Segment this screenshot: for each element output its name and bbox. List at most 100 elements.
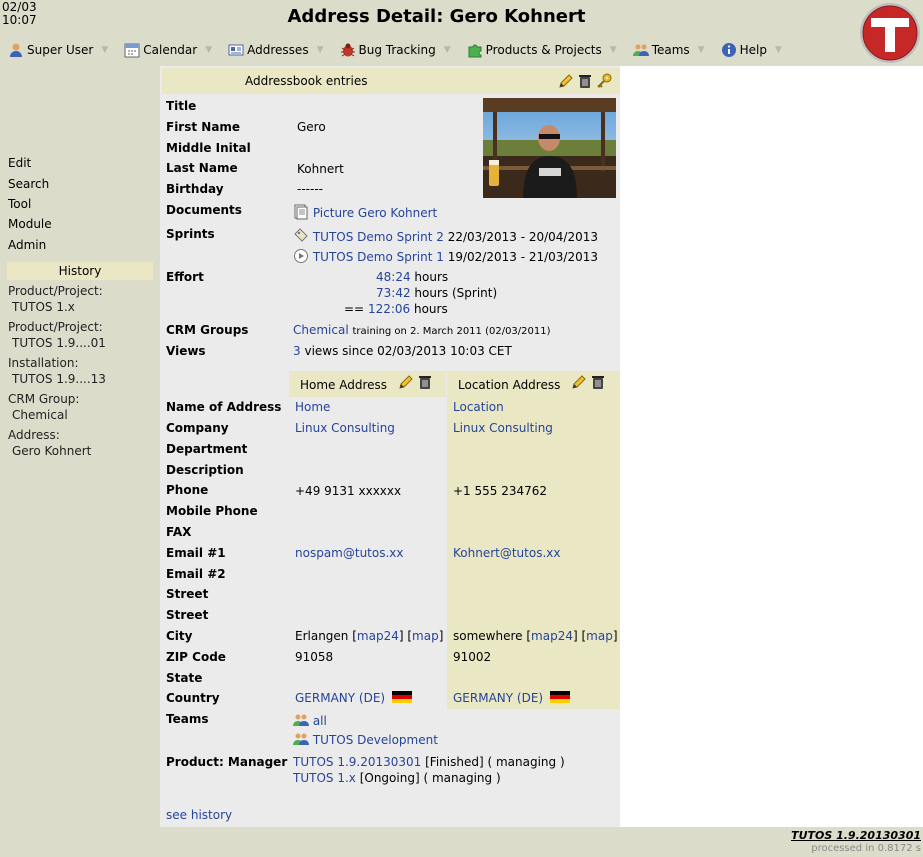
history-link[interactable]: TUTOS 1.9....01 [12, 336, 106, 350]
product-link[interactable]: TUTOS 1.9.20130301 [293, 755, 421, 769]
map-link[interactable]: map [412, 629, 439, 643]
home-zip-value: 91058 [295, 650, 334, 664]
document-link[interactable]: Picture Gero Kohnert [313, 206, 437, 220]
views-label: Views [166, 344, 206, 358]
sidebar-edit[interactable]: Edit [8, 156, 31, 170]
footer-version-link[interactable]: TUTOS 1.9.20130301 [791, 829, 921, 842]
contact-photo[interactable] [483, 98, 616, 198]
effort-row: 48:24 hours [376, 270, 448, 284]
sprint-link[interactable]: TUTOS Demo Sprint 1 [313, 250, 444, 264]
history-label: Product/Project: [8, 320, 103, 334]
crm-groups-label: CRM Groups [166, 323, 249, 337]
crm-groups-value: Chemical training on 2. March 2011 (02/0… [293, 323, 551, 337]
sprint-link[interactable]: TUTOS Demo Sprint 2 [313, 230, 444, 244]
sidebar: Edit Search Tool Module Admin History Pr… [0, 66, 160, 827]
address-row-label: Email #1 [166, 546, 226, 560]
menu-help[interactable]: Help ▼ [717, 38, 782, 62]
home-country-value: GERMANY (DE) [295, 691, 412, 705]
menu-super-user[interactable]: Super User ▼ [4, 38, 108, 62]
location-company-link[interactable]: Linux Consulting [453, 421, 553, 435]
effort-value[interactable]: 73:42 [376, 286, 411, 300]
menu-products-projects[interactable]: Products & Projects ▼ [463, 38, 617, 62]
home-country-link[interactable]: GERMANY (DE) [295, 691, 385, 705]
effort-label: Effort [166, 270, 204, 284]
menu-label: Calendar [143, 43, 198, 57]
history-link[interactable]: Chemical [12, 408, 68, 422]
last-name-label: Last Name [166, 161, 238, 175]
trash-icon[interactable] [590, 374, 606, 390]
info-icon [721, 43, 736, 57]
chevron-down-icon: ▼ [774, 45, 782, 55]
address-row-label: Description [166, 463, 244, 477]
effort-row: 73:42 hours (Sprint) [376, 286, 497, 300]
team-link[interactable]: TUTOS Development [313, 733, 438, 747]
team-icon [632, 44, 649, 56]
location-address-actions [571, 374, 606, 390]
team-link[interactable]: all [313, 714, 327, 728]
chevron-down-icon: ▼ [316, 45, 324, 55]
sidebar-admin[interactable]: Admin [8, 238, 46, 252]
trash-icon[interactable] [417, 374, 433, 390]
sidebar-module[interactable]: Module [8, 217, 52, 231]
chevron-down-icon: ▼ [101, 45, 109, 55]
effort-value[interactable]: 122:06 [368, 302, 410, 316]
address-row-label: Mobile Phone [166, 504, 258, 518]
history-link[interactable]: Gero Kohnert [12, 444, 91, 458]
sprint-row: TUTOS Demo Sprint 2 22/03/2013 - 20/04/2… [293, 228, 598, 244]
effort-suffix: hours [413, 302, 448, 316]
history-link[interactable]: TUTOS 1.9....13 [12, 372, 106, 386]
effort-value[interactable]: 48:24 [376, 270, 411, 284]
sidebar-tool[interactable]: Tool [8, 197, 31, 211]
document-icon [294, 204, 308, 220]
edit-pencil-icon[interactable] [558, 73, 574, 89]
address-row-label: Name of Address [166, 400, 282, 414]
home-address-title: Home Address [300, 378, 388, 392]
map24-link[interactable]: map24 [531, 629, 573, 643]
sidebar-search[interactable]: Search [8, 177, 49, 191]
views-count-link[interactable]: 3 [293, 344, 301, 358]
edit-pencil-icon[interactable] [571, 374, 587, 390]
menu-teams[interactable]: Teams ▼ [629, 38, 705, 62]
crm-group-link[interactable]: Chemical [293, 323, 349, 337]
trash-icon[interactable] [577, 73, 593, 89]
tutos-logo-icon[interactable] [859, 2, 921, 64]
menu-label: Help [739, 43, 767, 57]
home-email-link[interactable]: nospam@tutos.xx [295, 546, 404, 560]
address-row-label: Email #2 [166, 567, 226, 581]
bug-icon [340, 43, 355, 57]
history-link[interactable]: TUTOS 1.x [12, 300, 75, 314]
effort-row: == 122:06 hours [344, 302, 448, 316]
documents-label: Documents [166, 203, 242, 217]
product-link[interactable]: TUTOS 1.x [293, 771, 356, 785]
location-email-link[interactable]: Kohnert@tutos.xx [453, 546, 560, 560]
product-role: ( managing ) [423, 771, 501, 785]
page-title: Address Detail: Gero Kohnert [287, 6, 586, 27]
location-city-value: somewhere [map24] [map] [453, 629, 618, 643]
menu-calendar[interactable]: Calendar ▼ [120, 38, 212, 62]
home-name-of-address-link[interactable]: Home [295, 400, 330, 414]
address-row-label: Street [166, 608, 209, 622]
product-row: TUTOS 1.9.20130301 [Finished] ( managing… [293, 755, 565, 769]
address-card-icon [228, 44, 244, 56]
product-manager-label: Product: Manager [166, 755, 288, 769]
germany-flag-icon [549, 691, 570, 703]
menu-addresses[interactable]: Addresses ▼ [224, 38, 324, 62]
menu-bug-tracking[interactable]: Bug Tracking ▼ [336, 38, 451, 62]
location-name-of-address-link[interactable]: Location [453, 400, 504, 414]
chevron-down-icon: ▼ [205, 45, 213, 55]
address-row-label: Country [166, 691, 220, 705]
key-icon[interactable] [596, 73, 612, 89]
see-history-link[interactable]: see history [166, 808, 232, 822]
team-row: TUTOS Development [293, 731, 438, 747]
home-company-link[interactable]: Linux Consulting [295, 421, 395, 435]
address-row-label: Phone [166, 483, 209, 497]
product-status: [Ongoing] [359, 771, 420, 785]
edit-pencil-icon[interactable] [398, 374, 414, 390]
map-link[interactable]: map [586, 629, 613, 643]
home-address-actions [398, 374, 433, 390]
germany-flag-icon [391, 691, 412, 703]
teams-label: Teams [166, 712, 209, 726]
location-country-link[interactable]: GERMANY (DE) [453, 691, 543, 705]
map24-link[interactable]: map24 [357, 629, 399, 643]
address-row-label: FAX [166, 525, 192, 539]
